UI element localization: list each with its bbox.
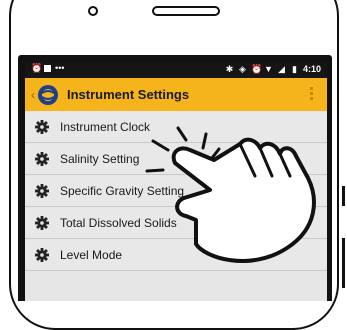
list-item-salinity-setting[interactable]: Salinity Setting	[25, 143, 327, 175]
gear-icon	[35, 247, 49, 262]
list-item-label: Instrument Clock	[60, 119, 151, 134]
battery-icon: ▮	[292, 63, 297, 74]
list-item-instrument-clock[interactable]: Instrument Clock	[25, 111, 327, 143]
list-item-specific-gravity-setting[interactable]: Specific Gravity Setting	[25, 175, 327, 207]
overflow-menu-icon[interactable]	[310, 87, 314, 100]
more-notifications-icon: •••	[55, 63, 65, 73]
alarm-icon: ⏰	[31, 63, 43, 73]
list-item-level-mode[interactable]: Level Mode	[25, 239, 327, 271]
side-button	[342, 186, 345, 206]
app-logo-icon[interactable]	[37, 84, 59, 106]
list-item-label: Salinity Setting	[60, 151, 140, 166]
list-item-label: Total Dissolved Solids	[60, 215, 177, 230]
list-item-label: Level Mode	[60, 247, 123, 262]
status-time: 4:10	[302, 64, 321, 74]
gear-icon	[35, 119, 49, 134]
status-bar: ⏰ ••• ✱ ◈ ⏰ ▼ ◢ ▮ 4:10	[25, 62, 327, 78]
vibrate-icon: ◈	[239, 63, 246, 74]
alarm-icon: ⏰	[250, 63, 263, 74]
settings-list: Instrument Clock Salinity Setting Specif…	[25, 111, 327, 271]
notification-icon	[44, 65, 51, 72]
bluetooth-icon: ✱	[225, 63, 234, 74]
front-camera	[88, 6, 98, 16]
gear-icon	[35, 183, 49, 198]
side-button	[342, 238, 345, 288]
signal-icon: ◢	[278, 63, 285, 74]
page-title: Instrument Settings	[67, 87, 190, 102]
list-item-label: Specific Gravity Setting	[60, 183, 185, 198]
gear-icon	[35, 151, 49, 166]
speaker-grille	[152, 6, 220, 16]
gear-icon	[35, 215, 49, 230]
app-bar: ‹ Instrument Settings	[25, 78, 327, 111]
wifi-icon: ▼	[264, 63, 273, 74]
list-item-total-dissolved-solids[interactable]: Total Dissolved Solids	[25, 207, 327, 239]
back-chevron-icon[interactable]: ‹	[31, 88, 35, 102]
phone-screen: ⏰ ••• ✱ ◈ ⏰ ▼ ◢ ▮ 4:10 ‹ Instrument Sett…	[25, 62, 327, 301]
